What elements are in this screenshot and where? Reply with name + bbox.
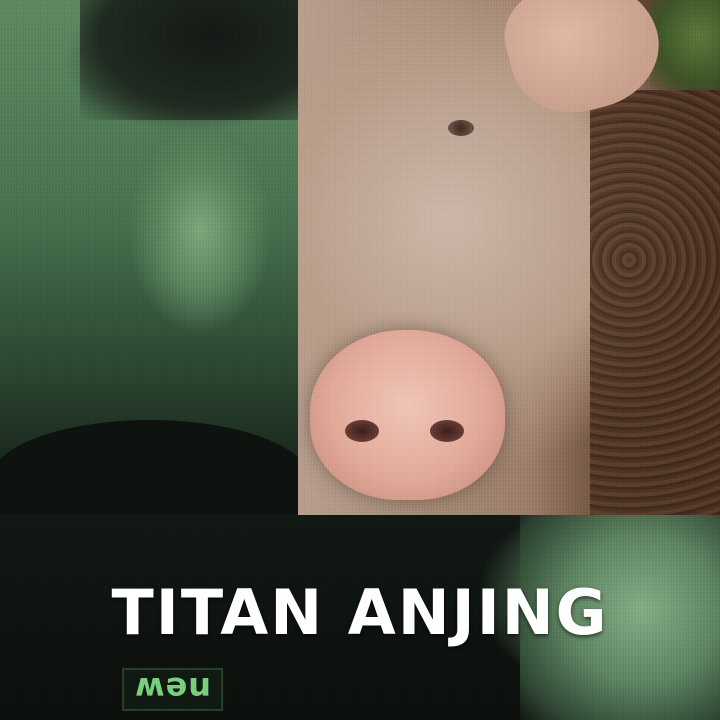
pig-snout xyxy=(310,330,505,500)
hoodie-shape xyxy=(0,420,300,515)
meme-caption: TITAN ANJING xyxy=(111,576,609,649)
pig-photo-panel xyxy=(298,0,720,515)
boy-portrait-panel xyxy=(0,0,300,515)
pig-nostril-left xyxy=(345,420,379,442)
pig-nostril-right xyxy=(430,420,464,442)
grass-patch xyxy=(650,0,720,90)
pig-eye xyxy=(448,120,474,136)
meme-canvas: new TITAN ANJING xyxy=(0,0,720,720)
shirt-print-text: new xyxy=(122,668,224,711)
hair-shape xyxy=(80,0,300,120)
soil-texture xyxy=(590,90,720,515)
